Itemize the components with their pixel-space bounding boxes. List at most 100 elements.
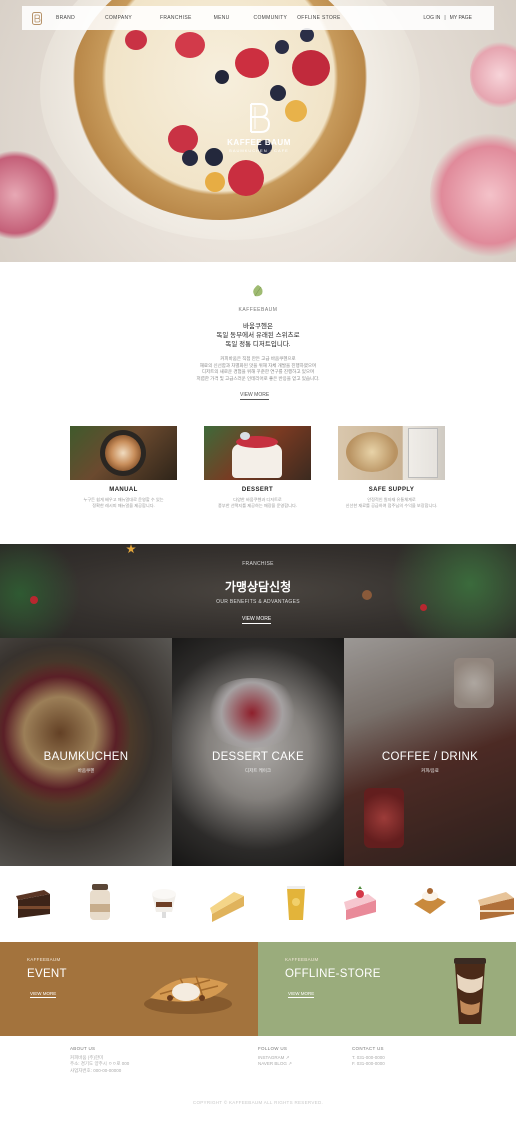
strawberry [168, 125, 198, 153]
holly-berry [420, 604, 427, 611]
footer-line: 주소: 경기도 양주시 ㅇㅇ로 000 [70, 1061, 130, 1066]
footer-about: ABOUT US 커피바움 (주)한미 주소: 경기도 양주시 ㅇㅇ로 000 … [70, 1046, 129, 1074]
login-link[interactable]: LOG IN [423, 15, 440, 21]
cheesecake-slice-product[interactable] [208, 880, 248, 924]
card-title: SAFE SUPPLY [368, 487, 415, 493]
strawberry-cake-slice-product[interactable] [342, 880, 382, 924]
nav-brand[interactable]: BRAND [56, 15, 75, 21]
feature-card-dessert[interactable]: DESSERT 다양한 바움쿠헨과 디저트로 풍부한 선택지를 제공하는 매장을… [204, 426, 311, 508]
kaffeebaum-logo-icon [250, 103, 271, 133]
account-links: LOG IN | MY PAGE [423, 15, 472, 21]
leaf-icon [253, 285, 263, 297]
nav-menu[interactable]: MENU [214, 15, 230, 21]
layer-cake-slice-product[interactable] [476, 880, 516, 924]
blueberry [182, 150, 198, 166]
panel-subtitle: 바움쿠헨 [77, 768, 95, 773]
rose-decoration [470, 40, 516, 110]
category-panel-baumkuchen[interactable]: BAUMKUCHEN 바움쿠헨 [0, 638, 172, 866]
footer-heading: FOLLOW US [258, 1046, 288, 1051]
event-promo[interactable]: KAFFEEBAUM EVENT VIEW MORE [0, 942, 258, 1036]
desc-line: 저렴한 가격 및 고급스러운 인테리어로 좋은 반응을 얻고 있습니다. [196, 375, 320, 381]
about-description: 커피바움은 직접 만든 고급 바움쿠헨으로 재료의 신선함과 차별화된 맛을 위… [0, 356, 516, 382]
supply-ingredients-image [338, 426, 445, 480]
strawberry [235, 48, 269, 78]
hero-banner: KAFFEE BAUM BAUMKUCHEN · CAFE [0, 0, 516, 262]
card-text-line: 풍부한 선택지를 제공하는 매장을 운영합니다. [217, 502, 298, 508]
strawberry [228, 160, 264, 196]
about-view-more-link[interactable]: VIEW MORE [240, 392, 270, 400]
panel-title: BAUMKUCHEN [43, 751, 129, 763]
home-logo-icon[interactable] [32, 11, 42, 25]
blueberry [215, 70, 229, 84]
dessert-cake-image [204, 426, 311, 480]
product-strip [0, 866, 516, 942]
nav-offline-store[interactable]: OFFLINE STORE [297, 15, 341, 21]
franchise-view-more-link[interactable]: VIEW MORE [242, 616, 272, 624]
star-decoration [126, 544, 136, 554]
copyright: COPYRIGHT © KAFFEEBAUM ALL RIGHTS RESERV… [192, 1100, 324, 1105]
strawberry [125, 30, 147, 50]
site-footer: ABOUT US 커피바움 (주)한미 주소: 경기도 양주시 ㅇㅇ로 000 … [0, 1036, 516, 1124]
feature-card-manual[interactable]: MANUAL 누구든 쉽게 배우고 매뉴얼대로 운영할 수 있는 정확한 레시피… [70, 426, 177, 508]
blueberry [275, 40, 289, 54]
promo-title: EVENT [27, 968, 67, 980]
card-title: MANUAL [109, 487, 138, 493]
iced-tea-cup-product[interactable] [276, 880, 316, 924]
nav-franchise[interactable]: FRANCHISE [160, 15, 192, 21]
footer-follow: FOLLOW US INSTAGRAM ↗ NAVER BLOG ↗ [258, 1046, 292, 1068]
panel-subtitle: 디저트 케이크 [244, 768, 272, 773]
card-text-line: 정확한 레시피 매뉴얼을 제공합니다. [92, 502, 155, 508]
promo-kicker: KAFFEEBAUM [27, 957, 61, 962]
franchise-subtitle: OUR BENEFITS & ADVANTAGES [216, 599, 300, 605]
card-text: 다양한 바움쿠헨과 디저트로 풍부한 선택지를 제공하는 매장을 운영합니다. [204, 497, 311, 508]
promo-title: OFFLINE-STORE [285, 968, 381, 980]
headline-line: 독일 동부에서 유래된 스위츠로 [216, 332, 300, 339]
panel-title: COFFEE / DRINK [381, 751, 479, 763]
iced-coffee-image [454, 958, 486, 1024]
offline-view-more-link[interactable]: VIEW MORE [288, 991, 315, 998]
latte-art-image [70, 426, 177, 480]
waffle-ice-cream-image [144, 975, 232, 1014]
blueberry [270, 85, 286, 101]
card-text: 누구든 쉽게 배우고 매뉴얼대로 운영할 수 있는 정확한 레시피 매뉴얼을 제… [70, 497, 177, 508]
strawberry [292, 50, 330, 86]
headline-line: 바움쿠헨은 [243, 323, 273, 330]
card-text-line: 신선한 재료를 공급하여 점주님의 수익을 보장합니다. [345, 502, 438, 508]
nav-company[interactable]: COMPANY [105, 15, 132, 21]
footer-line: 사업자번호: 000-00-00000 [70, 1067, 122, 1073]
nav-community[interactable]: COMMUNITY [254, 15, 288, 21]
mypage-link[interactable]: MY PAGE [450, 15, 472, 21]
naver-blog-link[interactable]: NAVER BLOG ↗ [258, 1061, 292, 1068]
main-menu: BRAND COMPANY FRANCHISE MENU COMMUNITY O… [56, 15, 341, 21]
franchise-banner: FRANCHISE 가맹상담신청 OUR BENEFITS & ADVANTAG… [0, 544, 516, 638]
footer-fax: F. 031-000-0000 [352, 1061, 385, 1066]
milk-tea-bottle-product[interactable] [80, 880, 120, 924]
logo-name: KAFFEE BAUM [227, 138, 291, 147]
logo-tagline: BAUMKUCHEN · CAFE [229, 148, 289, 153]
event-view-more-link[interactable]: VIEW MORE [30, 991, 57, 998]
footer-heading: ABOUT US [70, 1046, 96, 1051]
headline-line: 독일 정통 디저트입니다. [225, 341, 291, 348]
parfait-cup-product[interactable] [144, 880, 184, 924]
nav-separator: | [444, 15, 446, 21]
feature-card-safe-supply[interactable]: SAFE SUPPLY 안정적인 원자재 유통체계로 신선한 재료를 공급하여 … [338, 426, 445, 508]
chocolate-cake-slice-product[interactable] [14, 880, 54, 924]
panel-subtitle: 커피/음료 [421, 768, 439, 773]
category-panel-dessert-cake[interactable]: DESSERT CAKE 디저트 케이크 [172, 638, 344, 866]
card-text: 안정적인 원자재 유통체계로 신선한 재료를 공급하여 점주님의 수익을 보장합… [338, 497, 445, 508]
footer-heading: CONTACT US [352, 1046, 384, 1051]
card-title: DESSERT [241, 487, 274, 493]
croffle-product[interactable] [410, 880, 450, 924]
offline-store-promo[interactable]: KAFFEEBAUM OFFLINE-STORE VIEW MORE [258, 942, 516, 1036]
about-section: KAFFEEBAUM 바움쿠헨은 독일 동부에서 유래된 스위츠로 독일 정통 … [0, 262, 516, 412]
rose-decoration [0, 150, 60, 240]
about-headline: 바움쿠헨은 독일 동부에서 유래된 스위츠로 독일 정통 디저트입니다. [0, 322, 516, 349]
top-navigation: BRAND COMPANY FRANCHISE MENU COMMUNITY O… [22, 6, 494, 30]
hero-logo: KAFFEE BAUM BAUMKUCHEN · CAFE [224, 102, 294, 153]
about-brand: KAFFEEBAUM [238, 307, 278, 313]
franchise-label: FRANCHISE [242, 561, 274, 567]
franchise-title: 가맹상담신청 [224, 580, 292, 594]
category-panel-coffee-drink[interactable]: COFFEE / DRINK 커피/음료 [344, 638, 516, 866]
promo-kicker: KAFFEEBAUM [285, 957, 319, 962]
panel-title: DESSERT CAKE [211, 751, 304, 763]
